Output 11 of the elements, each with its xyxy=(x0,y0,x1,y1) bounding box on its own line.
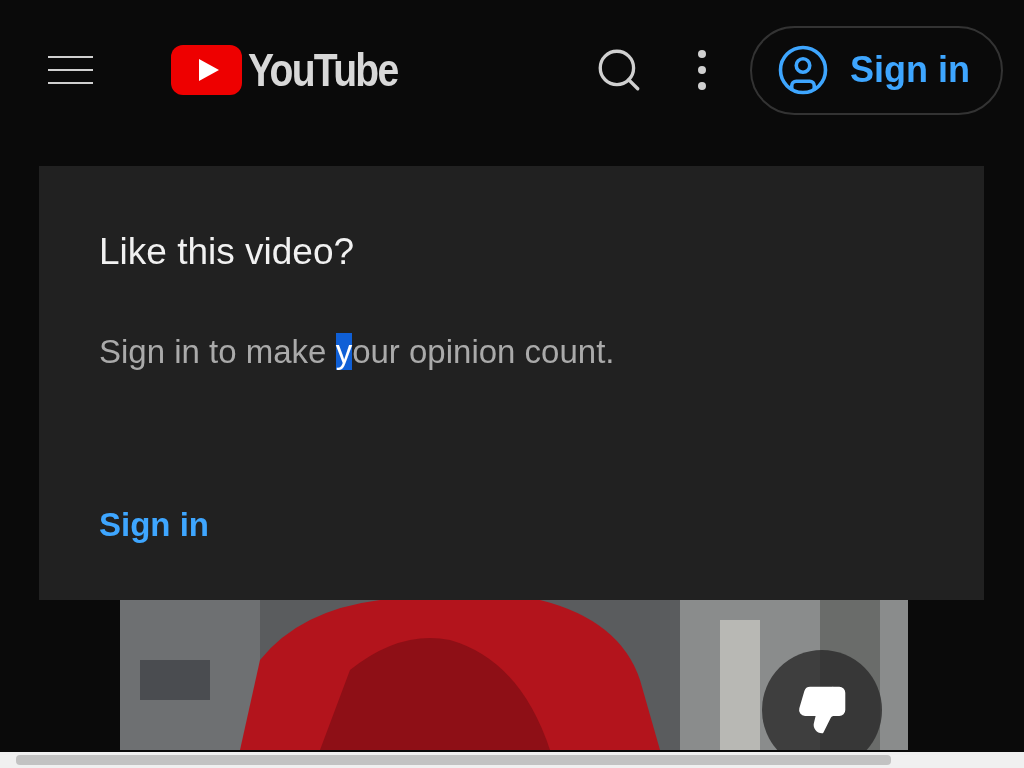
sign-in-button[interactable]: Sign in xyxy=(750,25,1003,115)
more-icon[interactable] xyxy=(698,50,706,90)
logo-text: YouTube xyxy=(248,47,398,93)
horizontal-scrollbar[interactable] xyxy=(0,752,1024,768)
dialog-title: Like this video? xyxy=(99,230,356,274)
play-logo-icon xyxy=(171,45,242,95)
menu-icon[interactable] xyxy=(48,54,93,86)
user-icon xyxy=(776,43,830,97)
dialog-message: Sign in to make your opinion count. xyxy=(99,332,615,372)
sign-in-link[interactable]: Sign in xyxy=(99,505,209,545)
thumbs-down-icon xyxy=(796,684,848,736)
